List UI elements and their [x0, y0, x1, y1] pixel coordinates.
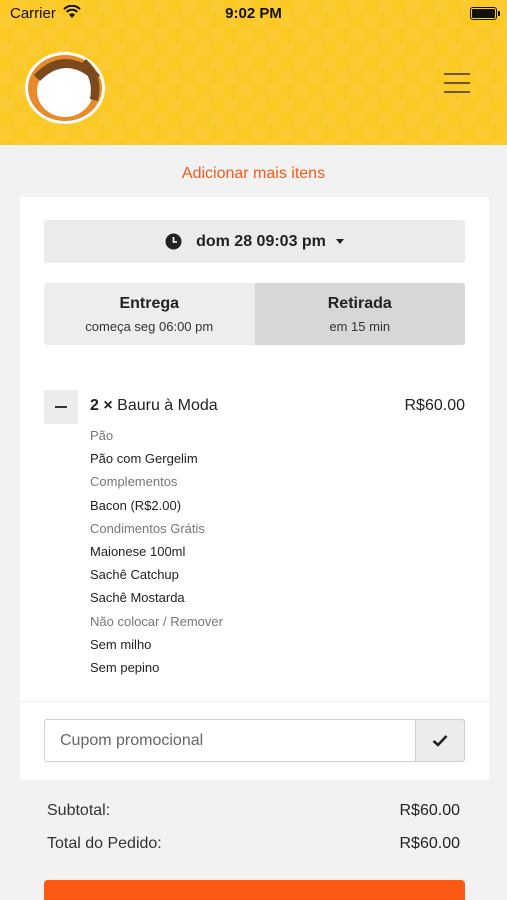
option-group-label: Pão — [90, 428, 114, 443]
option-value: Sachê Catchup — [90, 567, 179, 583]
tab-delivery-subtitle: começa seg 06:00 pm — [85, 318, 214, 334]
schedule-date-selector[interactable]: dom 28 09:03 pm — [44, 220, 465, 263]
schedule-date-label: dom 28 09:03 pm — [196, 232, 326, 250]
option-value: Sem milho — [90, 636, 152, 652]
checkout-button[interactable] — [44, 880, 465, 900]
option-value: Bacon (R$2.00) — [90, 497, 182, 513]
tab-pickup[interactable]: Retirada em 15 min — [254, 283, 465, 345]
item-quantity: 2 × — [90, 397, 113, 414]
item-name: Bauru à Moda — [117, 397, 218, 414]
battery-icon — [470, 7, 500, 20]
decrease-quantity-button[interactable] — [44, 390, 78, 424]
cart-content: Adicionar mais itens dom 28 09:03 pm Ent… — [0, 145, 507, 900]
coupon-input[interactable] — [44, 719, 415, 762]
total-label: Total do Pedido: — [47, 835, 162, 852]
order-card: dom 28 09:03 pm Entrega começa seg 06:00… — [20, 197, 489, 701]
item-options: Pão Pão com Gergelim Complementos Bacon … — [90, 424, 420, 679]
apply-coupon-button[interactable] — [415, 719, 465, 762]
circulus-logo[interactable] — [24, 45, 110, 125]
hamburger-menu-icon[interactable] — [444, 73, 470, 95]
tab-pickup-subtitle: em 15 min — [329, 318, 391, 334]
item-price: R$60.00 — [404, 397, 466, 414]
add-more-items-link[interactable]: Adicionar mais itens — [0, 165, 507, 183]
item-title: 2 × Bauru à Moda — [90, 397, 218, 415]
option-value: Pão com Gergelim — [90, 451, 198, 467]
status-time: 9:02 PM — [225, 5, 282, 22]
subtotal-row: Subtotal: R$60.00 — [47, 802, 460, 820]
coupon-section — [20, 702, 489, 780]
option-group-label: Não colocar / Remover — [90, 613, 223, 629]
minus-icon — [55, 406, 67, 408]
option-value: Sem pepino — [90, 659, 160, 675]
option-group-label: Complementos — [90, 474, 178, 490]
option-group-label: Condimentos Grátis — [90, 520, 205, 536]
tab-delivery-title: Entrega — [119, 294, 180, 312]
subtotal-value: R$60.00 — [399, 802, 461, 819]
app-header: Carrier 9:02 PM — [0, 0, 507, 145]
tab-pickup-title: Retirada — [327, 294, 392, 312]
order-type-tabs: Entrega começa seg 06:00 pm Retirada em … — [44, 283, 465, 345]
tab-delivery[interactable]: Entrega começa seg 06:00 pm — [44, 283, 255, 345]
status-bar: Carrier 9:02 PM — [0, 0, 507, 28]
check-icon — [432, 735, 448, 747]
option-value: Maionese 100ml — [90, 543, 186, 559]
total-value: R$60.00 — [399, 835, 461, 852]
total-row: Total do Pedido: R$60.00 — [47, 835, 460, 853]
option-value: Sachê Mostarda — [90, 590, 185, 606]
clock-icon — [165, 233, 182, 250]
subtotal-label: Subtotal: — [47, 802, 111, 819]
caret-down-icon — [335, 239, 344, 244]
